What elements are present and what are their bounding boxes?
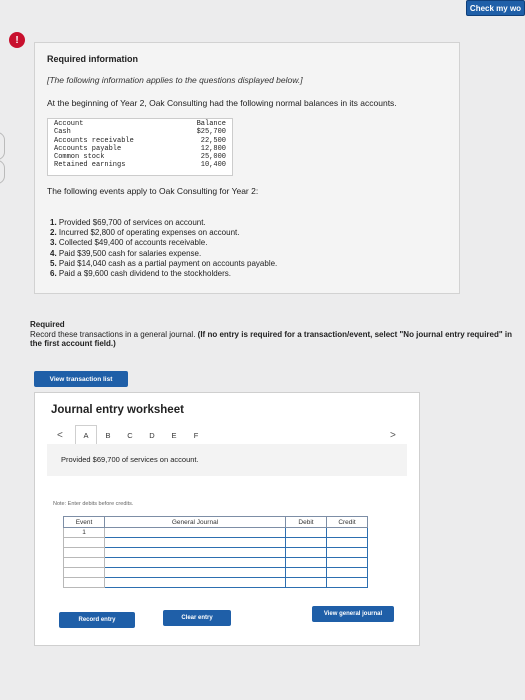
view-general-journal-button[interactable]: View general journal <box>312 606 394 622</box>
column-header-event: Event <box>63 516 105 528</box>
required-information-panel: Required information [The following info… <box>34 42 460 294</box>
events-intro: The following events apply to Oak Consul… <box>47 186 259 196</box>
debit-input[interactable] <box>285 567 327 578</box>
balances-amount: 10,400 <box>200 161 226 170</box>
table-row <box>63 577 368 588</box>
list-item: 5. Paid $14,040 cash as a partial paymen… <box>50 258 278 268</box>
info-intro: At the beginning of Year 2, Oak Consulti… <box>47 98 397 108</box>
required-title: Required <box>30 320 65 329</box>
debit-input[interactable] <box>285 527 327 538</box>
info-note: [The following information applies to th… <box>47 75 303 85</box>
required-instruction: Record these transactions in a general j… <box>30 330 512 348</box>
tab-a[interactable]: A <box>75 425 97 445</box>
balances-amount: 12,800 <box>200 144 226 153</box>
balances-row: Accounts payable 12,800 <box>54 145 226 153</box>
table-row <box>63 567 368 578</box>
page: Check my wo ! Required information [The … <box>0 0 525 700</box>
event-cell <box>63 577 105 588</box>
list-item: 6. Paid a $9,600 cash dividend to the st… <box>50 268 232 278</box>
column-header-debit: Debit <box>285 516 327 528</box>
balances-header-row: Account Balance <box>54 120 226 128</box>
event-number-cell: 1 <box>63 527 105 538</box>
list-item: 4. Paid $39,500 cash for salaries expens… <box>50 248 202 258</box>
credit-input[interactable] <box>326 557 368 568</box>
tab-c[interactable]: C <box>119 425 141 445</box>
chevron-left-icon[interactable]: < <box>57 430 63 441</box>
record-entry-button[interactable]: Record entry <box>59 612 135 628</box>
account-select[interactable] <box>104 537 286 548</box>
balances-row: Retained earnings 10,400 <box>54 161 226 169</box>
balances-row: Cash $25,700 <box>54 128 226 136</box>
table-row: 1 <box>63 527 368 538</box>
debit-input[interactable] <box>285 577 327 588</box>
credit-input[interactable] <box>326 547 368 558</box>
clear-entry-button[interactable]: Clear entry <box>163 610 231 626</box>
account-select[interactable] <box>104 547 286 558</box>
column-header-general-journal: General Journal <box>104 516 286 528</box>
balances-amount: 22,500 <box>200 136 226 145</box>
check-my-work-button[interactable]: Check my wo <box>466 0 525 16</box>
balances-row: Common stock 25,000 <box>54 153 226 161</box>
balances-row: Accounts receivable 22,500 <box>54 137 226 145</box>
event-cell <box>63 537 105 548</box>
column-header-credit: Credit <box>326 516 368 528</box>
event-cell <box>63 557 105 568</box>
balances-account: Accounts payable <box>54 144 122 153</box>
event-description: Provided $69,700 of services on account. <box>61 455 199 464</box>
balances-table: Account Balance Cash $25,700 Accounts re… <box>47 118 233 176</box>
account-select[interactable] <box>104 577 286 588</box>
events-list: 1. Provided $69,700 of services on accou… <box>50 218 277 279</box>
balances-account: Retained earnings <box>54 161 126 170</box>
list-item: 2. Incurred $2,800 of operating expenses… <box>50 228 240 238</box>
list-item: 3. Collected $49,400 of accounts receiva… <box>50 238 208 248</box>
tab-content-panel: Provided $69,700 of services on account. <box>47 444 407 476</box>
table-row <box>63 537 368 548</box>
info-title: Required information <box>47 54 139 64</box>
debit-input[interactable] <box>285 557 327 568</box>
worksheet-tabs: A B C D E F <box>75 425 207 445</box>
balances-account: Common stock <box>54 153 105 162</box>
balances-account: Cash <box>54 128 71 137</box>
journal-entry-table: Event General Journal Debit Credit 1 <box>63 516 368 588</box>
balances-amount: 25,000 <box>200 153 226 162</box>
credit-input[interactable] <box>326 567 368 578</box>
tab-d[interactable]: D <box>141 425 163 445</box>
side-edge-decoration <box>0 132 5 160</box>
journal-entry-worksheet: Journal entry worksheet < A B C D E F > … <box>34 392 420 646</box>
event-cell <box>63 547 105 558</box>
debit-input[interactable] <box>285 537 327 548</box>
list-item: 1. Provided $69,700 of services on accou… <box>50 218 206 227</box>
table-header-row: Event General Journal Debit Credit <box>63 516 368 528</box>
account-select[interactable] <box>104 567 286 578</box>
alert-icon: ! <box>9 32 25 48</box>
debits-note: Note: Enter debits before credits. <box>53 501 134 507</box>
table-row <box>63 547 368 558</box>
chevron-right-icon[interactable]: > <box>390 430 396 441</box>
balances-amount: $25,700 <box>196 128 226 137</box>
required-instructions: Required Record these transactions in a … <box>30 320 520 348</box>
balances-account: Accounts receivable <box>54 136 134 145</box>
table-row <box>63 557 368 568</box>
account-select[interactable] <box>104 527 286 538</box>
credit-input[interactable] <box>326 527 368 538</box>
balances-header-balance: Balance <box>196 120 226 128</box>
tab-e[interactable]: E <box>163 425 185 445</box>
credit-input[interactable] <box>326 577 368 588</box>
view-transaction-list-button[interactable]: View transaction list <box>34 371 128 387</box>
event-cell <box>63 567 105 578</box>
credit-input[interactable] <box>326 537 368 548</box>
tab-b[interactable]: B <box>97 425 119 445</box>
side-edge-decoration <box>0 160 5 184</box>
worksheet-title: Journal entry worksheet <box>51 404 184 416</box>
account-select[interactable] <box>104 557 286 568</box>
tab-f[interactable]: F <box>185 425 207 445</box>
debit-input[interactable] <box>285 547 327 558</box>
balances-header-account: Account <box>54 120 84 128</box>
